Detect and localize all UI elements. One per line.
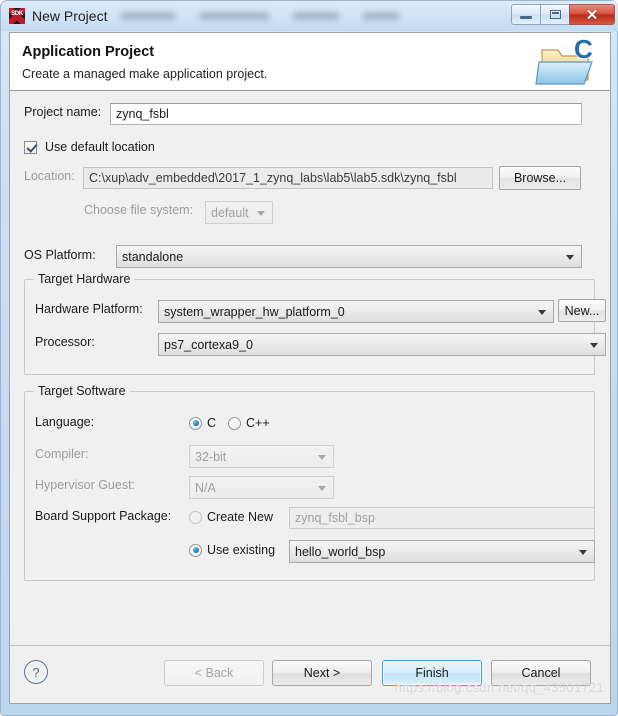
browse-button[interactable]: Browse... xyxy=(499,166,581,190)
hardware-platform-combo[interactable]: system_wrapper_hw_platform_0 xyxy=(158,300,554,323)
chevron-down-icon xyxy=(590,342,598,348)
language-radio-c[interactable] xyxy=(189,416,202,430)
hypervisor-guest-row: Hypervisor Guest: xyxy=(35,478,135,492)
processor-row: Processor: xyxy=(35,335,95,349)
project-name-label: Project name: xyxy=(24,105,102,119)
new-project-dialog-window: SDK New Project ✕ Application Project Cr… xyxy=(0,0,618,716)
title-bar[interactable]: SDK New Project ✕ xyxy=(1,1,618,31)
hardware-platform-row: Hardware Platform: xyxy=(35,302,143,316)
bsp-create-new-row[interactable]: Create New xyxy=(189,510,273,524)
project-name-input[interactable]: zynq_fsbl xyxy=(110,103,582,125)
hardware-platform-label: Hardware Platform: xyxy=(35,302,143,316)
watermark: https://blog.csdn.net/qq_43501721 xyxy=(394,680,604,695)
processor-combo[interactable]: ps7_cortexa9_0 xyxy=(158,333,606,356)
window-title: New Project xyxy=(32,8,108,24)
target-software-group: Target Software Language: C C++ Compiler… xyxy=(24,384,595,581)
language-radio-group: C C++ xyxy=(189,416,270,430)
bsp-create-new-radio[interactable] xyxy=(189,510,202,524)
obscured-chunk xyxy=(121,12,176,20)
chevron-down-icon xyxy=(538,309,546,315)
bsp-label-row: Board Support Package: xyxy=(35,509,171,523)
window-controls: ✕ xyxy=(511,4,615,25)
wizard-body: Project name: zynq_fsbl Use default loca… xyxy=(10,91,610,703)
language-label-row: Language: xyxy=(35,415,94,429)
maximize-icon xyxy=(550,10,561,19)
use-default-location-label: Use default location xyxy=(45,140,155,154)
back-button[interactable]: < Back xyxy=(164,660,264,686)
target-software-group-title: Target Software xyxy=(34,384,130,398)
use-default-location-row[interactable]: Use default location xyxy=(24,140,155,154)
dialog-footer: ? < Back Next > Finish Cancel https://bl… xyxy=(10,645,610,703)
c-folder-icon: C xyxy=(534,33,600,90)
bsp-use-existing-value: hello_world_bsp xyxy=(295,544,386,559)
language-option-c-label: C xyxy=(207,416,217,430)
minimize-button[interactable] xyxy=(511,4,540,25)
chevron-down-icon xyxy=(318,454,326,460)
use-default-location-checkbox[interactable] xyxy=(24,140,37,154)
bsp-use-existing-combo[interactable]: hello_world_bsp xyxy=(289,540,595,563)
processor-value: ps7_cortexa9_0 xyxy=(164,337,253,352)
bsp-use-existing-row[interactable]: Use existing xyxy=(189,543,275,557)
page-title: Application Project xyxy=(22,44,155,60)
wizard-header: Application Project Create a managed mak… xyxy=(10,33,610,91)
bsp-create-new-input[interactable]: zynq_fsbl_bsp xyxy=(289,507,595,529)
bsp-label: Board Support Package: xyxy=(35,509,172,523)
language-radio-cpp[interactable] xyxy=(228,416,242,430)
obscured-chunk xyxy=(199,12,270,20)
hypervisor-guest-label: Hypervisor Guest: xyxy=(35,478,136,492)
location-input[interactable]: C:\xup\adv_embedded\2017_1_zynq_labs\lab… xyxy=(83,167,493,189)
os-platform-value: standalone xyxy=(122,249,184,264)
bsp-create-new-label: Create New xyxy=(207,510,273,524)
chevron-down-icon xyxy=(566,254,574,260)
dialog-panel: Application Project Create a managed mak… xyxy=(9,32,611,704)
language-label: Language: xyxy=(35,415,95,429)
file-system-row: Choose file system: xyxy=(84,203,193,217)
svg-text:C: C xyxy=(574,36,593,64)
next-button[interactable]: Next > xyxy=(272,660,372,686)
hardware-platform-value: system_wrapper_hw_platform_0 xyxy=(164,304,345,319)
target-hardware-group-title: Target Hardware xyxy=(34,272,135,286)
compiler-value: 32-bit xyxy=(195,449,227,464)
obscured-chunk xyxy=(363,12,400,20)
minimize-icon xyxy=(520,16,532,19)
new-hardware-platform-button[interactable]: New... xyxy=(558,299,606,322)
file-system-value: default xyxy=(211,205,249,220)
project-name-row: Project name: xyxy=(24,105,108,119)
sdk-app-icon: SDK xyxy=(9,8,25,24)
close-icon: ✕ xyxy=(585,7,599,24)
help-icon[interactable]: ? xyxy=(24,660,48,684)
location-row: Location: xyxy=(24,169,75,183)
language-option-cpp-label: C++ xyxy=(246,416,270,430)
target-hardware-group: Target Hardware Hardware Platform: syste… xyxy=(24,272,606,375)
sdk-app-icon-label: SDK xyxy=(11,11,23,17)
compiler-label: Compiler: xyxy=(35,447,89,461)
hypervisor-guest-value: N/A xyxy=(195,480,216,495)
os-platform-combo[interactable]: standalone xyxy=(116,245,582,268)
file-system-label: Choose file system: xyxy=(84,203,194,217)
os-platform-row: OS Platform: xyxy=(24,248,96,262)
chevron-down-icon xyxy=(579,549,587,555)
bsp-use-existing-label: Use existing xyxy=(207,543,276,557)
location-label: Location: xyxy=(24,169,75,183)
chevron-down-icon xyxy=(257,210,265,216)
bsp-use-existing-radio[interactable] xyxy=(189,543,202,557)
compiler-row: Compiler: xyxy=(35,447,89,461)
compiler-combo[interactable]: 32-bit xyxy=(189,445,334,468)
chevron-down-icon xyxy=(318,485,326,491)
os-platform-label: OS Platform: xyxy=(24,248,96,262)
hypervisor-guest-combo[interactable]: N/A xyxy=(189,476,334,499)
file-system-combo[interactable]: default xyxy=(205,201,273,224)
maximize-button[interactable] xyxy=(540,4,569,25)
obscured-chunk xyxy=(293,12,340,20)
processor-label: Processor: xyxy=(35,335,95,349)
page-subtitle: Create a managed make application projec… xyxy=(22,67,268,81)
close-button[interactable]: ✕ xyxy=(569,4,615,25)
